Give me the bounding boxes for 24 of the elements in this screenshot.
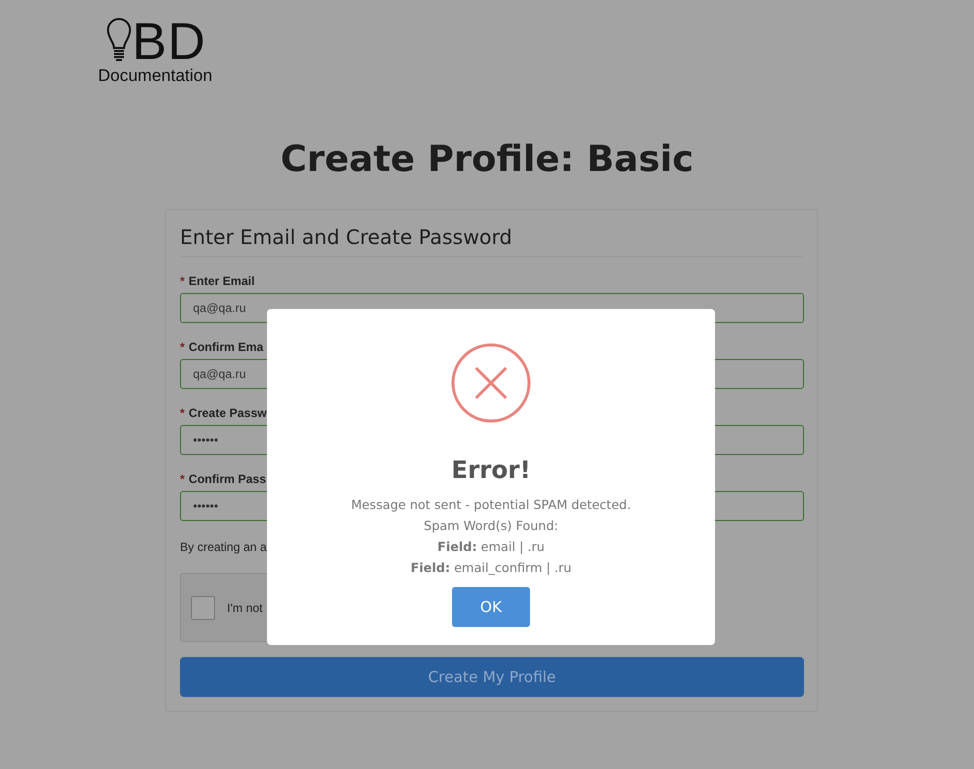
- logo-mark: BD: [132, 18, 206, 66]
- required-marker: *: [180, 340, 185, 355]
- captcha-label: I'm not: [227, 600, 263, 614]
- ok-button[interactable]: OK: [452, 587, 530, 627]
- logo-caption: Documentation: [98, 66, 212, 86]
- lightbulb-icon: [106, 18, 132, 64]
- required-marker: *: [180, 406, 185, 421]
- dialog-message: Field: email_confirm | .ru: [410, 559, 572, 577]
- field-label: Confirm Pass: [188, 472, 266, 487]
- create-profile-button[interactable]: Create My Profile: [180, 657, 804, 697]
- field-label: Confirm Ema: [188, 340, 264, 355]
- dialog-message: Spam Word(s) Found:: [424, 517, 558, 535]
- dialog-message: Message not sent - potential SPAM detected.: [351, 496, 631, 514]
- dialog-title: Error!: [451, 456, 531, 484]
- required-marker: *: [180, 274, 185, 289]
- captcha-checkbox[interactable]: [191, 596, 215, 620]
- form-title: Enter Email and Create Password: [180, 224, 803, 257]
- field-label: Create Passw: [188, 406, 267, 421]
- field-label: Enter Email: [188, 274, 255, 289]
- required-marker: *: [180, 472, 185, 487]
- error-icon: [451, 343, 531, 423]
- dialog-message: Field: email | .ru: [437, 538, 545, 556]
- notice-text: By creating an a: [180, 540, 267, 555]
- page-heading: Create Profile: Basic: [279, 138, 695, 182]
